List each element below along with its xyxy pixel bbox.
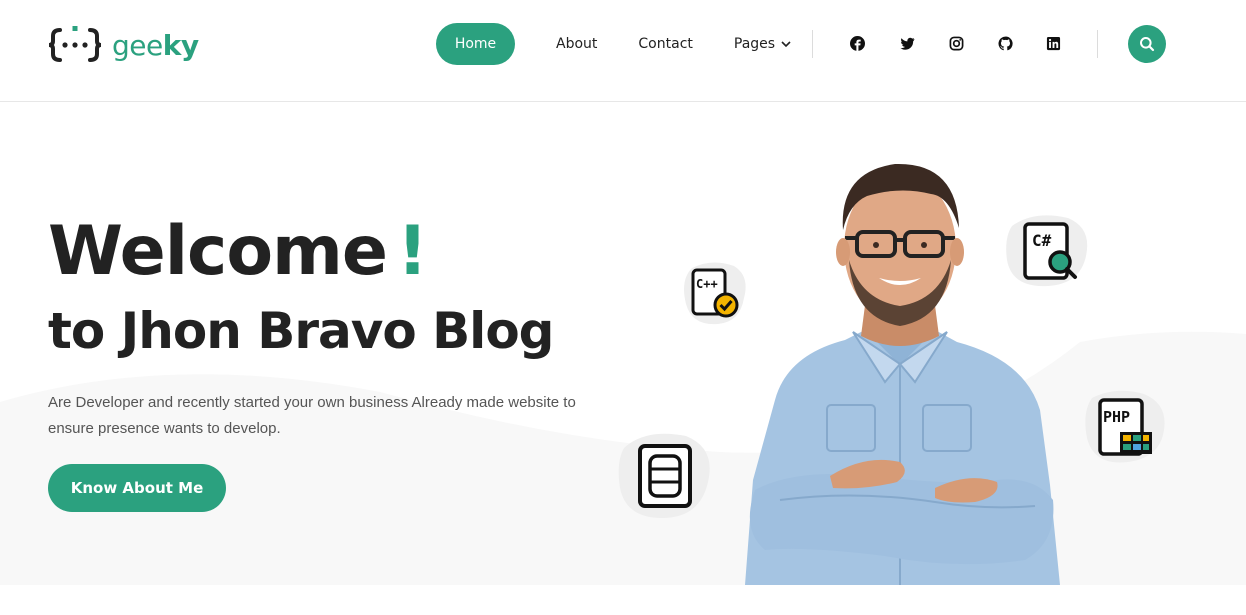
know-about-me-button[interactable]: Know About Me [48, 464, 226, 512]
svg-text:C++: C++ [696, 277, 718, 291]
nav-pages-dropdown[interactable]: Pages [734, 23, 791, 65]
chevron-down-icon [781, 41, 791, 48]
profile-photo-person [745, 163, 1060, 585]
nav-contact[interactable]: Contact [638, 23, 692, 65]
main-nav: Home About Contact Pages [436, 23, 791, 65]
search-icon [1140, 37, 1155, 52]
nav-about[interactable]: About [556, 23, 597, 65]
instagram-icon[interactable] [947, 34, 965, 52]
search-button[interactable] [1128, 25, 1166, 63]
hero-title: Welcome! [48, 212, 428, 291]
github-icon[interactable] [996, 34, 1014, 52]
php-icon: PHP [1082, 388, 1168, 468]
nav-divider [1097, 30, 1098, 58]
nav-home[interactable]: Home [436, 23, 515, 65]
nav-divider [812, 30, 813, 58]
nav-pages-label: Pages [733, 36, 776, 52]
logo-braces-icon [48, 26, 102, 62]
hero-subtitle: to Jhon Bravo Blog [48, 302, 554, 360]
svg-text:PHP: PHP [1103, 408, 1130, 426]
site-logo[interactable]: geeky [48, 24, 199, 66]
logo-text: geeky [112, 28, 199, 62]
facebook-icon[interactable] [848, 34, 866, 52]
hero-section: Welcome! to Jhon Bravo Blog Are Develope… [0, 102, 1246, 585]
linkedin-icon[interactable] [1044, 34, 1062, 52]
site-header: geeky Home About Contact Pages [0, 0, 1246, 102]
database-icon [616, 430, 714, 522]
hero-description: Are Developer and recently started your … [48, 394, 576, 437]
twitter-icon[interactable] [898, 34, 916, 52]
